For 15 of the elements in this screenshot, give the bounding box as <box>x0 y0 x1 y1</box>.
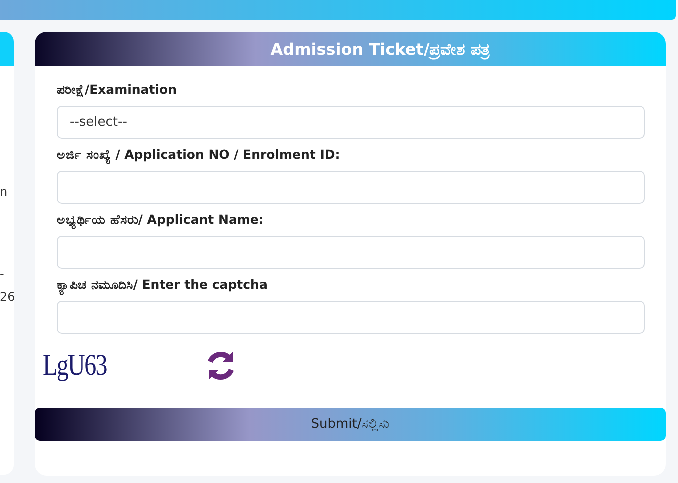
captcha-image: LgU63 <box>43 349 108 383</box>
field-label: ಕ್ಯಾಪಿಚ ನಮೂದಿಸಿ/ Enter the captcha <box>57 277 645 293</box>
input-field[interactable] <box>57 236 645 269</box>
input-field[interactable] <box>57 301 645 334</box>
field-label: ಪರೀಕ್ಷೆ/Examination <box>57 82 178 98</box>
field-label: ಅರ್ಜಿ ಸಂಖ್ಯೆ / Application NO / Enrolment ID: <box>57 147 645 163</box>
card-title: Admission Ticket/ಪ್ರವೇಶ ಪತ್ರ <box>270 40 490 58</box>
exam-select[interactable]: --select-- <box>57 106 645 139</box>
submit-button[interactable]: Submit/ಸಲ್ಲಿಸು <box>35 408 666 441</box>
input-field[interactable] <box>57 171 645 204</box>
side-text: 26 <box>0 290 16 304</box>
field-label: ಅಭ್ಯರ್ಥಿಯ ಹೆಸರು/ Applicant Name: <box>57 212 645 228</box>
side-text: n <box>0 185 8 199</box>
side-text: - <box>0 267 4 281</box>
side-card-header <box>0 32 14 66</box>
